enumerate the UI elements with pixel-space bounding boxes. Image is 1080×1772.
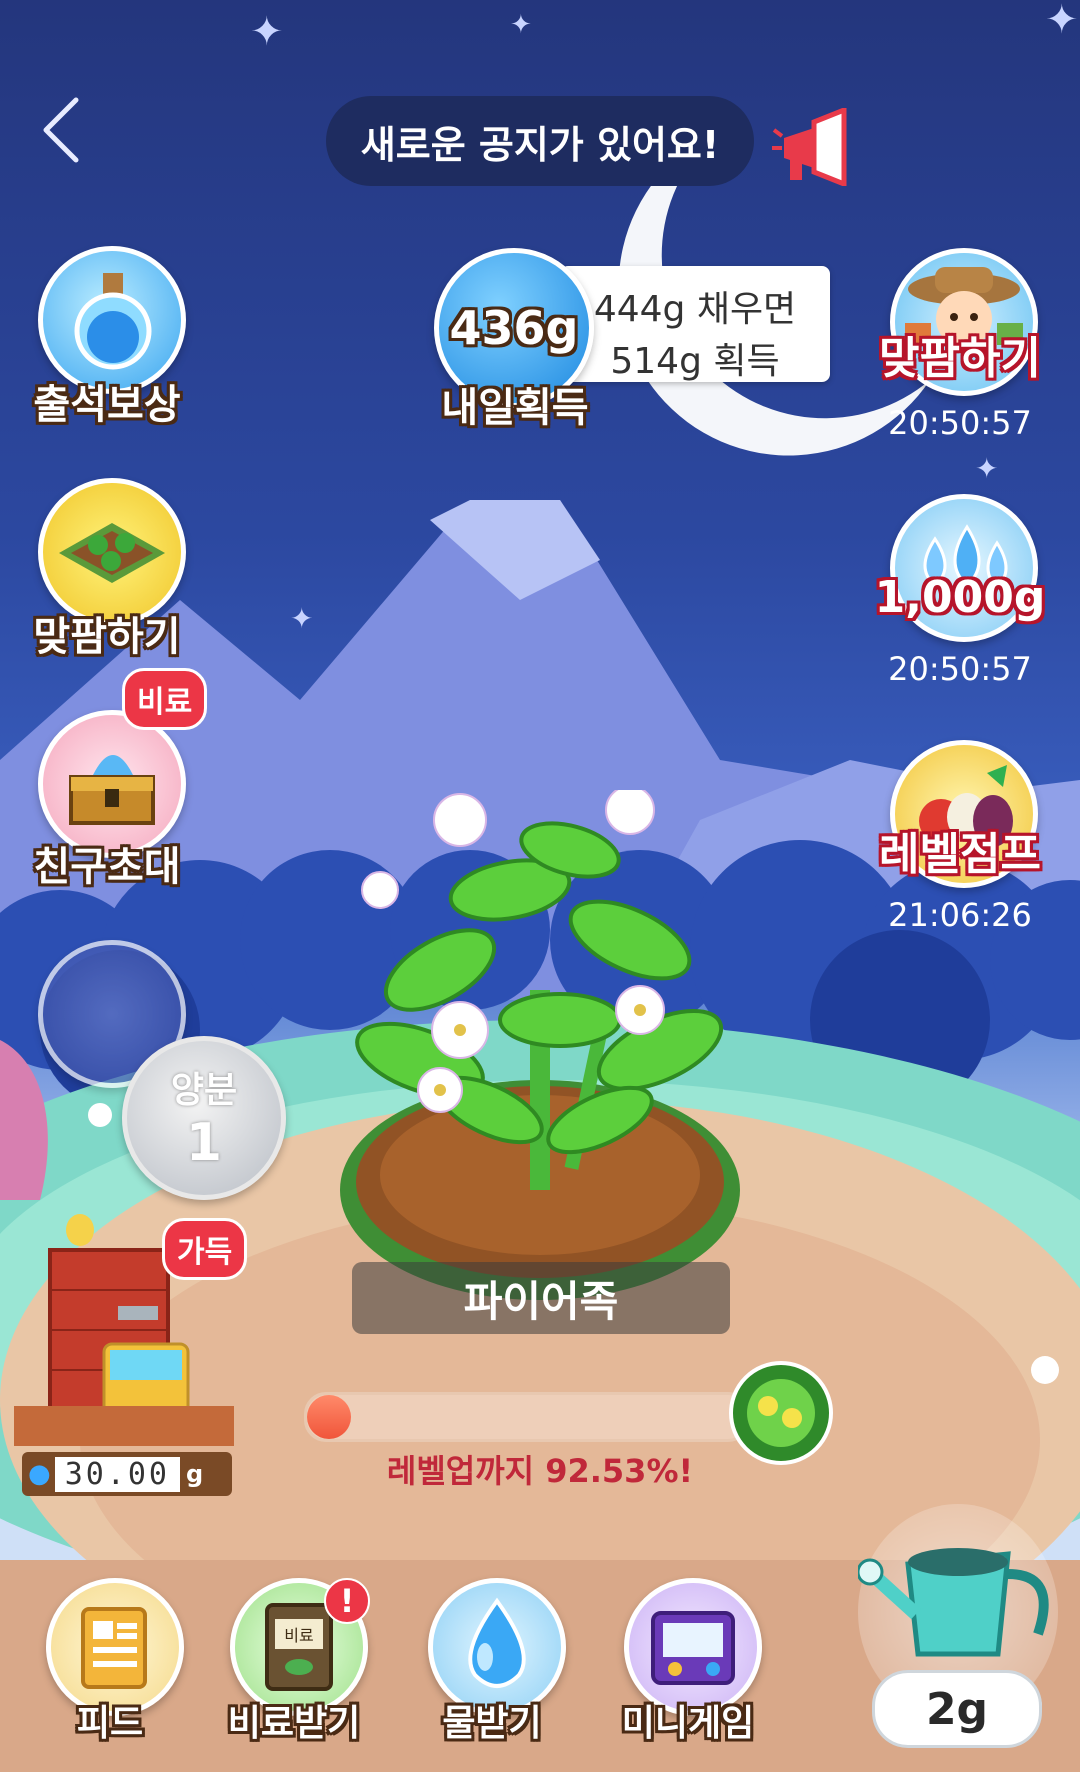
menu-invite-label: 친구초대	[33, 844, 181, 890]
harvest-tip-box: 444g 채우면 514g 획득	[560, 266, 830, 382]
water-drop-small-icon: ●	[28, 1459, 51, 1489]
game-scene: ✦ ✦ ✦ ✦ ✦ 새로운 공지가 있어요! 444g 채우면 514g 획득 …	[0, 0, 1080, 1772]
nutrient-indicator[interactable]: 양분 1	[122, 1036, 286, 1200]
harvest-label: 내일획득	[441, 385, 589, 431]
nav-fertilizer-label: 비료받기	[227, 1703, 361, 1744]
matfarm-timer: 20:50:57	[888, 404, 1032, 442]
pepper-plant-target-icon	[729, 1361, 833, 1465]
level-progress-text: 레벨업까지 92.53%!	[386, 1452, 694, 1490]
megaphone-icon[interactable]	[770, 108, 854, 186]
menu-matfarm-left-label: 맞팜하기	[33, 614, 181, 660]
menu-matfarm-right-label: 맞팜하기	[879, 333, 1041, 384]
water-drop-icon	[468, 1597, 526, 1688]
game-console-icon	[651, 1611, 735, 1685]
nav-feed-label: 피드	[76, 1703, 144, 1744]
water-bonus-timer: 20:50:57	[888, 650, 1032, 688]
invite-fertilizer-badge: 비료	[122, 668, 208, 730]
potion-bottle-icon	[74, 273, 152, 370]
nutrient-value: 1	[185, 1113, 223, 1173]
feed-icon	[81, 1607, 147, 1689]
chevron-left-icon	[43, 97, 79, 163]
fertilizer-bag-text: 비료	[284, 1626, 313, 1645]
nav-minigame-label: 미니게임	[621, 1703, 755, 1744]
level-progress-bar	[304, 1392, 750, 1442]
treasure-chest-icon	[69, 755, 155, 825]
watering-amount-pill: 2g	[872, 1670, 1042, 1748]
harvest-amount: 436g	[449, 301, 579, 355]
harvest-tip-line1: 444g 채우면	[593, 289, 797, 330]
water-tank-full-badge: 가득	[162, 1218, 248, 1280]
level-jump-label: 레벨점프	[879, 829, 1041, 880]
nutrient-label: 양분	[170, 1070, 238, 1111]
notice-banner-text: 새로운 공지가 있어요!	[360, 122, 720, 167]
level-progress-fill	[307, 1395, 351, 1439]
plant-name: 파이어족	[463, 1276, 619, 1326]
water-tank-unit: g	[186, 1460, 204, 1488]
farm-plot-icon	[59, 523, 165, 583]
water-tank-readout: ● 30.00 g	[22, 1452, 232, 1496]
level-jump-timer: 21:06:26	[888, 896, 1032, 934]
plant-name-plate: 파이어족	[352, 1262, 730, 1334]
notice-banner[interactable]: 새로운 공지가 있어요!	[326, 96, 754, 186]
watering-amount: 2g	[925, 1683, 989, 1735]
nav-get-water-label: 물받기	[442, 1703, 542, 1744]
back-button[interactable]	[30, 90, 100, 170]
fertilizer-alert-icon: !	[324, 1578, 370, 1624]
menu-attendance-label: 출석보상	[33, 382, 181, 428]
water-tank-value: 30.00	[54, 1456, 180, 1492]
water-bonus-label: 1,000g	[874, 572, 1046, 623]
